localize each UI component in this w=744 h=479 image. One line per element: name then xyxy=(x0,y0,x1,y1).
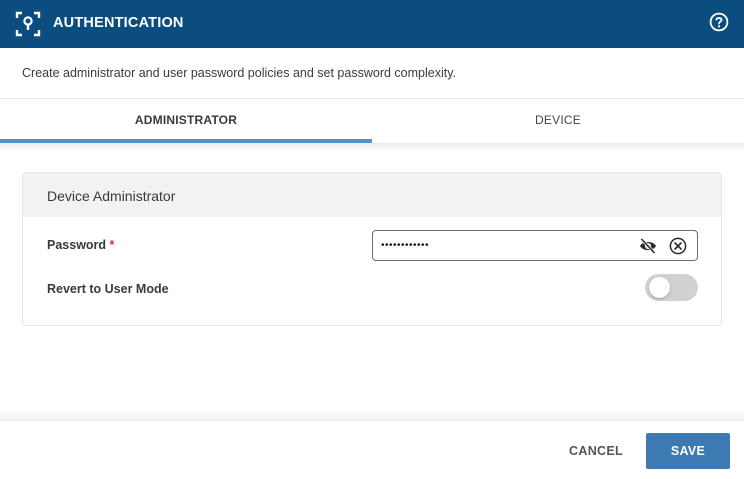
tab-bar: ADMINISTRATOR DEVICE xyxy=(0,99,744,143)
cancel-button[interactable]: CANCEL xyxy=(560,433,632,469)
tab-bar-shadow xyxy=(0,143,744,151)
help-circle-icon[interactable] xyxy=(709,12,729,32)
dialog-title: AUTHENTICATION xyxy=(53,15,184,31)
dialog-footer: CANCEL SAVE xyxy=(0,421,744,479)
password-value[interactable]: •••••••••••• xyxy=(381,231,429,261)
clear-circle-icon[interactable] xyxy=(669,237,687,255)
tab-administrator[interactable]: ADMINISTRATOR xyxy=(0,99,372,143)
tab-device[interactable]: DEVICE xyxy=(372,99,744,143)
revert-user-mode-toggle[interactable] xyxy=(645,274,698,301)
toggle-knob xyxy=(649,277,670,298)
required-marker: * xyxy=(109,238,115,252)
dialog-header: AUTHENTICATION xyxy=(0,0,744,48)
dialog-description: Create administrator and user password p… xyxy=(22,66,456,80)
focus-user-icon xyxy=(15,11,41,37)
device-administrator-card: Device Administrator Password * ••••••••… xyxy=(22,172,722,326)
footer-shadow xyxy=(0,411,744,421)
card-title: Device Administrator xyxy=(23,173,721,217)
save-button[interactable]: SAVE xyxy=(646,433,730,469)
password-field[interactable]: •••••••••••• xyxy=(372,230,698,261)
revert-user-mode-label: Revert to User Mode xyxy=(47,282,169,296)
password-label-text: Password xyxy=(47,238,107,252)
password-label: Password * xyxy=(47,238,114,252)
eye-off-icon[interactable] xyxy=(639,238,657,254)
authentication-dialog: AUTHENTICATION Create administrator and … xyxy=(0,0,744,479)
